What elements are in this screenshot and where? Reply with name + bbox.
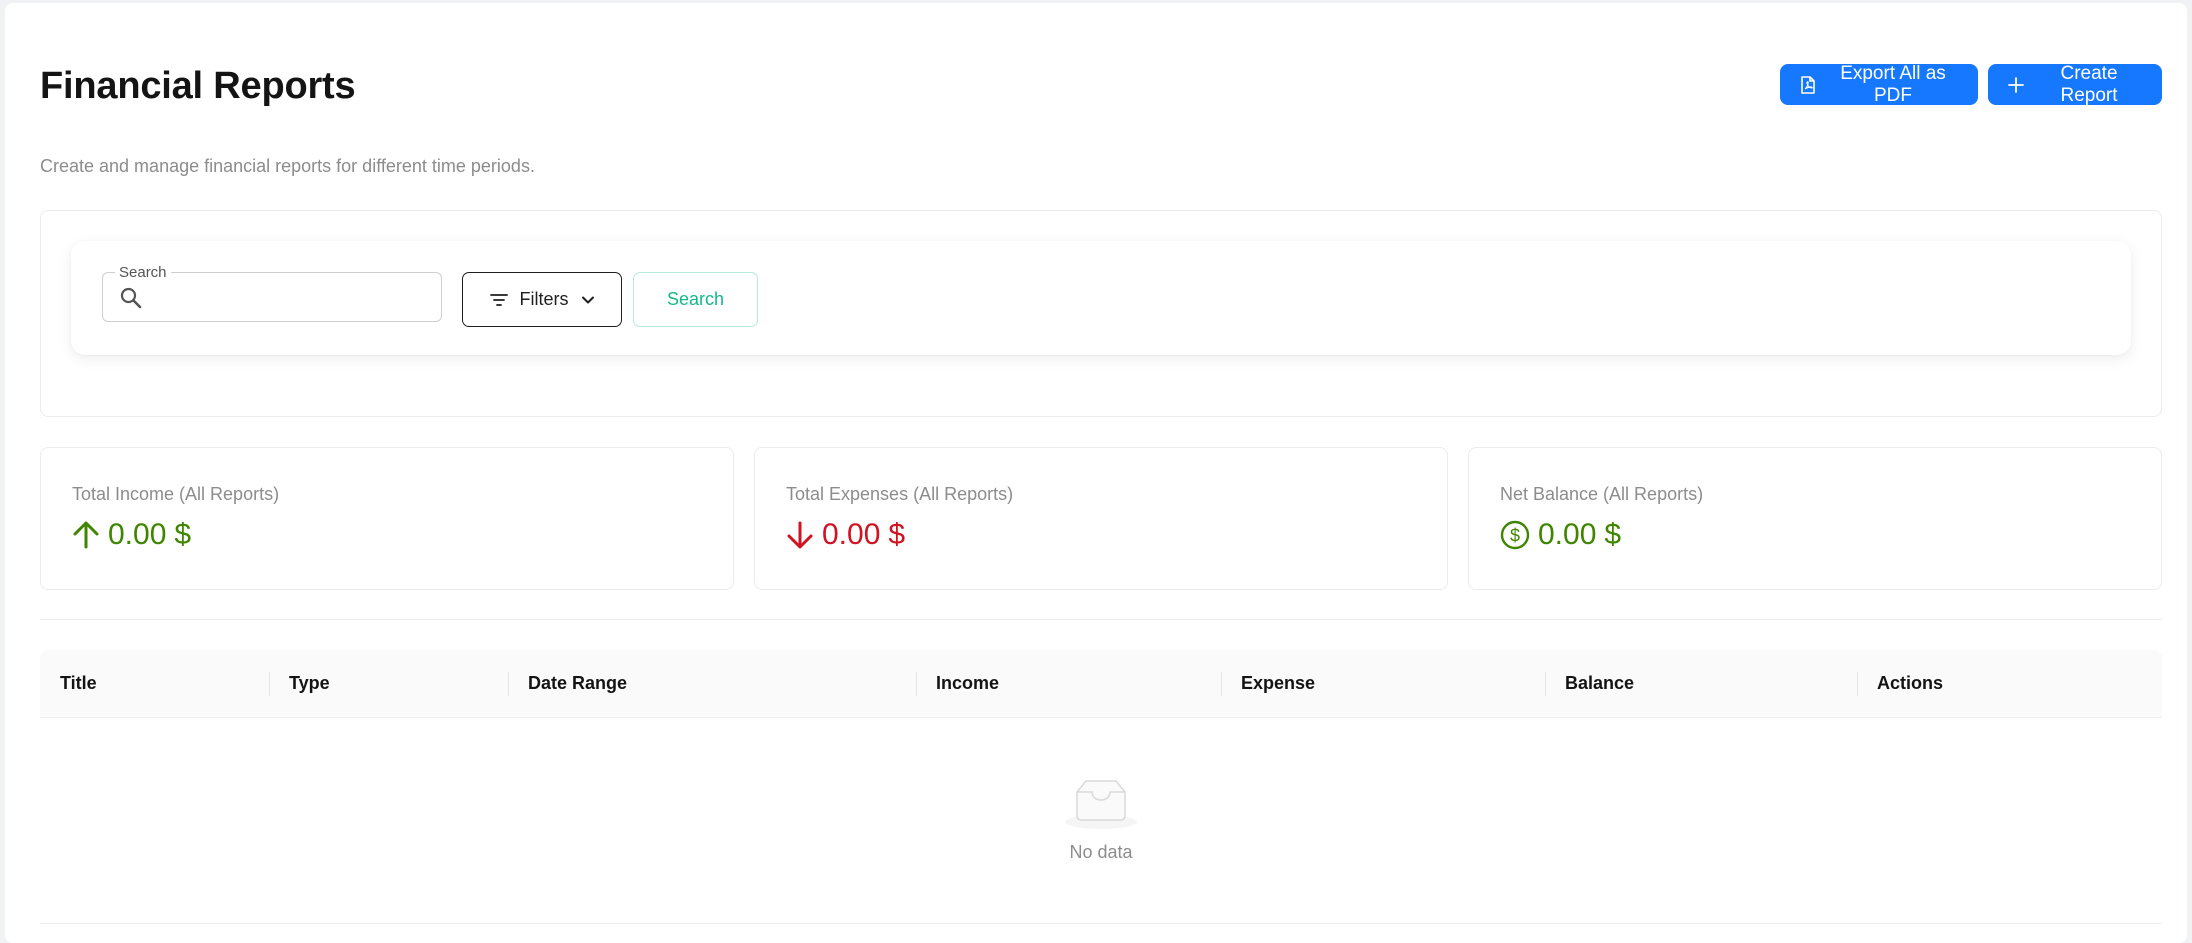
search-button[interactable]: Search bbox=[633, 272, 758, 327]
total-expenses-card: Total Expenses (All Reports) 0.00 $ bbox=[754, 447, 1448, 590]
empty-inbox-icon bbox=[1065, 780, 1137, 829]
create-report-label: Create Report bbox=[2060, 62, 2118, 106]
export-all-pdf-button[interactable]: Export All as PDF bbox=[1780, 62, 1978, 106]
stat-label: Net Balance (All Reports) bbox=[1500, 484, 1704, 504]
stat-label: Total Income (All Reports) bbox=[72, 484, 280, 504]
page-title: Financial Reports bbox=[40, 65, 356, 107]
total-expenses-currency: $ bbox=[888, 518, 906, 551]
net-balance-value: $ 0.00 $ bbox=[1500, 518, 1621, 552]
column-header-balance[interactable]: Balance bbox=[1545, 650, 1857, 717]
column-header-type[interactable]: Type bbox=[269, 650, 508, 717]
stat-label: Total Expenses (All Reports) bbox=[786, 484, 1014, 504]
plus-icon bbox=[2008, 76, 2024, 93]
file-pdf-icon bbox=[1801, 75, 1815, 94]
search-field-label: Search bbox=[115, 264, 171, 281]
table-header: Title Type Date Range Income Expense Bal… bbox=[40, 650, 2162, 718]
total-income-currency: $ bbox=[174, 518, 192, 551]
dollar-circle-icon: $ bbox=[1500, 520, 1530, 550]
search-bar: Search Filters Search bbox=[71, 241, 2131, 355]
column-header-actions: Actions bbox=[1857, 650, 2162, 717]
export-all-pdf-label: Export All as PDF bbox=[1840, 62, 1946, 106]
net-balance-currency: $ bbox=[1604, 518, 1622, 551]
section-divider bbox=[40, 619, 2162, 620]
table-empty-state: No data bbox=[40, 718, 2162, 924]
reports-table: Title Type Date Range Income Expense Bal… bbox=[40, 650, 2162, 924]
column-header-income[interactable]: Income bbox=[916, 650, 1221, 717]
chevron-down-icon bbox=[581, 296, 594, 303]
filter-icon bbox=[489, 293, 508, 306]
arrow-down-icon bbox=[787, 521, 813, 549]
column-header-expense[interactable]: Expense bbox=[1221, 650, 1545, 717]
net-balance-card: Net Balance (All Reports) $ 0.00 $ bbox=[1468, 447, 2162, 590]
search-field[interactable]: Search bbox=[102, 264, 442, 322]
create-report-button[interactable]: Create Report bbox=[1988, 62, 2162, 106]
net-balance-amount: 0.00 bbox=[1538, 518, 1597, 551]
empty-state-text: No data bbox=[1069, 842, 1133, 862]
svg-text:$: $ bbox=[1510, 526, 1520, 546]
column-header-date-range[interactable]: Date Range bbox=[508, 650, 916, 717]
page-subtitle: Create and manage financial reports for … bbox=[40, 156, 535, 176]
total-income-amount: 0.00 bbox=[108, 518, 167, 551]
search-panel: Search Filters Search bbox=[40, 210, 2162, 417]
search-icon bbox=[120, 287, 142, 309]
total-income-value: 0.00 $ bbox=[72, 518, 191, 552]
total-expenses-value: 0.00 $ bbox=[786, 518, 905, 552]
arrow-up-icon bbox=[73, 521, 99, 549]
filters-label: Filters bbox=[519, 289, 569, 309]
column-header-title[interactable]: Title bbox=[40, 650, 269, 717]
search-input[interactable] bbox=[153, 281, 423, 313]
filters-dropdown-button[interactable]: Filters bbox=[462, 272, 622, 327]
page-container: Financial Reports Export All as PDF Crea… bbox=[5, 3, 2187, 943]
total-expenses-amount: 0.00 bbox=[822, 518, 881, 551]
total-income-card: Total Income (All Reports) 0.00 $ bbox=[40, 447, 734, 590]
